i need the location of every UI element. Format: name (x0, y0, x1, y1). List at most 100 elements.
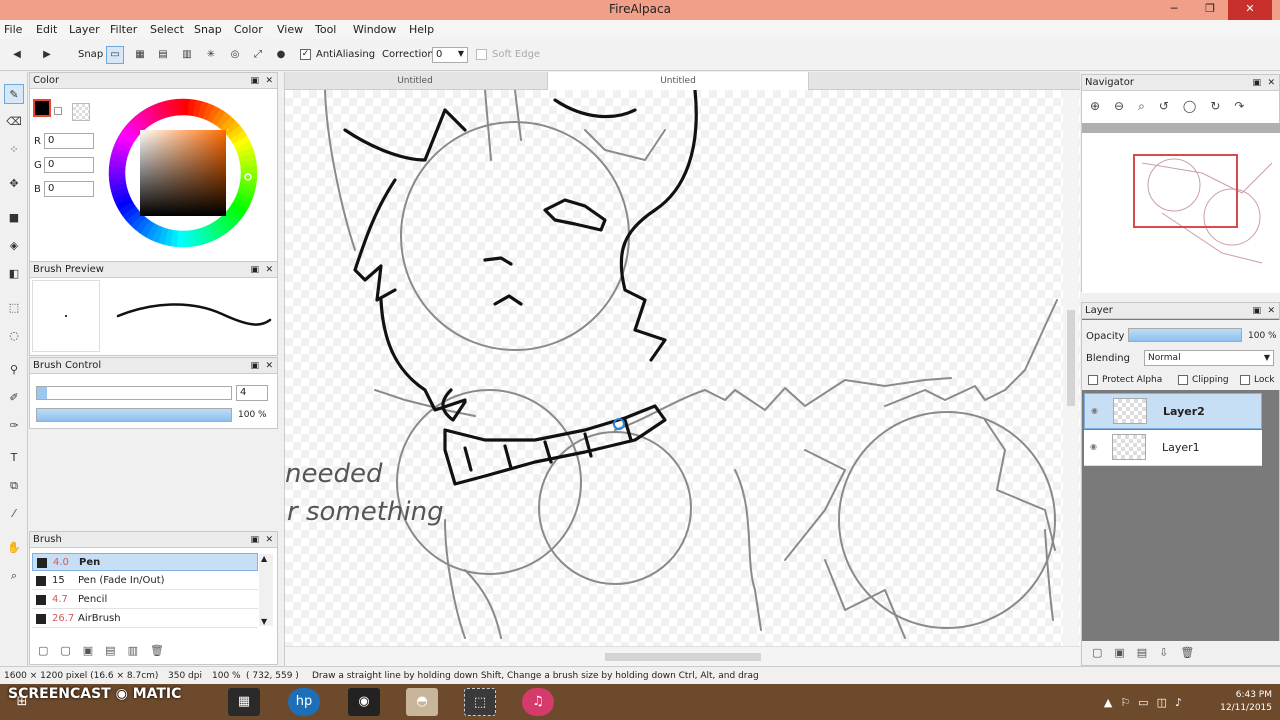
horizontal-scroll-thumb[interactable] (605, 653, 761, 661)
drawing-canvas[interactable]: needed r something (285, 88, 1080, 646)
app-icon[interactable]: ▦ (228, 688, 260, 716)
menu-tool[interactable]: Tool (315, 23, 336, 36)
antialiasing-checkbox[interactable]: ✓ (300, 49, 311, 60)
brush-size-input[interactable]: 4 (236, 385, 268, 401)
brush-size-slider[interactable] (36, 386, 232, 400)
clipping-checkbox[interactable] (1178, 375, 1188, 385)
chevron-down-icon[interactable]: ▼ (261, 617, 267, 626)
snap-point-icon[interactable]: ● (272, 46, 290, 64)
prev-icon[interactable]: ◀ (8, 46, 26, 64)
float-icon[interactable]: ▣ (1252, 75, 1261, 91)
close-button[interactable]: ✕ (1228, 0, 1272, 20)
brush-item-pen[interactable]: 4.0 Pen (32, 553, 258, 571)
select-tool-icon[interactable]: ⬚ (4, 298, 24, 318)
magic-wand-icon[interactable]: ⚲ (4, 360, 24, 380)
menu-layer[interactable]: Layer (69, 23, 100, 36)
brush-opacity-slider[interactable] (36, 408, 232, 422)
visibility-icon[interactable]: ◉ (1090, 442, 1097, 451)
eyedropper-icon[interactable]: ⁄ (4, 504, 24, 524)
close-icon[interactable]: ✕ (265, 73, 273, 89)
snap-circle-icon[interactable]: ◎ (226, 46, 244, 64)
secondary-color-swatch[interactable] (54, 107, 62, 115)
menu-select[interactable]: Select (150, 23, 184, 36)
navigator-tool-icons[interactable]: ⊕⊖⌕↺◯↻↷ (1090, 99, 1258, 114)
brush-item-pen-fade[interactable]: 15 Pen (Fade In/Out) (32, 572, 258, 590)
transparent-color-swatch[interactable] (72, 103, 90, 121)
screencast-icon[interactable]: ⬚ (464, 688, 496, 716)
snap-parallel-icon[interactable]: ▦ (131, 46, 149, 64)
snap-radial-icon[interactable]: ✳ (202, 46, 220, 64)
tab-untitled-1[interactable]: Untitled (285, 72, 545, 90)
layer-item-layer1[interactable]: ◉ Layer1 (1084, 430, 1262, 466)
fill-tool-icon[interactable]: ■ (4, 208, 24, 228)
select-eraser-icon[interactable]: ✑ (4, 416, 24, 436)
float-icon[interactable]: ▣ (250, 262, 259, 278)
hp-icon[interactable]: hp (288, 688, 320, 716)
pen-tool-icon[interactable]: ✎ (4, 84, 24, 104)
tab-untitled-2[interactable]: Untitled (547, 72, 809, 90)
eraser-tool-icon[interactable]: ⌫ (4, 112, 24, 132)
menu-edit[interactable]: Edit (36, 23, 57, 36)
float-icon[interactable]: ▣ (250, 73, 259, 89)
close-icon[interactable]: ✕ (265, 532, 273, 548)
chevron-up-icon[interactable]: ▲ (261, 554, 267, 563)
close-icon[interactable]: ✕ (265, 358, 273, 374)
move-tool-icon[interactable]: ✥ (4, 174, 24, 194)
system-tray-icons[interactable]: ▲⚐▭◫♪ (1104, 696, 1190, 709)
color-wheel[interactable] (103, 93, 263, 253)
close-icon[interactable]: ✕ (1267, 303, 1275, 319)
float-icon[interactable]: ▣ (250, 532, 259, 548)
soft-edge-checkbox[interactable] (476, 49, 487, 60)
lasso-tool-icon[interactable]: ◌ (4, 326, 24, 346)
correction-select[interactable]: 0 ▼ (432, 47, 468, 63)
menu-view[interactable]: View (277, 23, 303, 36)
brush-list-scrollbar[interactable]: ▲ ▼ (259, 554, 273, 626)
alpaca-icon[interactable]: ◓ (406, 688, 438, 716)
hand-tool-icon[interactable]: ✋ (4, 538, 24, 558)
layer-item-layer2[interactable]: ◉ Layer2 (1084, 393, 1262, 429)
b-input[interactable]: 0 (44, 181, 94, 197)
r-input[interactable]: 0 (44, 133, 94, 149)
bucket-tool-icon[interactable]: ◈ (4, 236, 24, 256)
g-input[interactable]: 0 (44, 157, 94, 173)
float-icon[interactable]: ▣ (1252, 303, 1261, 319)
close-icon[interactable]: ✕ (1267, 75, 1275, 91)
menu-help[interactable]: Help (409, 23, 434, 36)
brush-panel-footer-icons[interactable]: ▢▢▣▤▥🗑 (38, 644, 176, 657)
brush-item-airbrush[interactable]: 26.7 AirBrush (32, 610, 258, 628)
vertical-scrollbar[interactable] (1063, 90, 1079, 646)
close-icon[interactable]: ✕ (265, 262, 273, 278)
snap-curve-icon[interactable]: ⤢ (249, 46, 267, 64)
dot-tool-icon[interactable]: ⁘ (4, 140, 24, 160)
brush-item-pencil[interactable]: 4.7 Pencil (32, 591, 258, 609)
select-pen-icon[interactable]: ✐ (4, 388, 24, 408)
text-tool-icon[interactable]: T (4, 448, 24, 468)
maximize-button[interactable]: ❐ (1192, 0, 1228, 20)
snap-grid-icon[interactable]: ▤ (154, 46, 172, 64)
menu-filter[interactable]: Filter (110, 23, 137, 36)
next-icon[interactable]: ▶ (38, 46, 56, 64)
float-icon[interactable]: ▣ (250, 358, 259, 374)
snap-crisscross-icon[interactable]: ▥ (178, 46, 196, 64)
vertical-scroll-thumb[interactable] (1067, 310, 1075, 406)
snap-off-icon[interactable]: ▭ (106, 46, 124, 64)
protect-alpha-checkbox[interactable] (1088, 375, 1098, 385)
navigator-preview[interactable] (1082, 133, 1280, 293)
blending-select[interactable]: Normal ▼ (1144, 350, 1274, 366)
horizontal-scrollbar[interactable] (285, 646, 1080, 666)
menu-snap[interactable]: Snap (194, 23, 222, 36)
itunes-icon[interactable]: ♫ (522, 688, 554, 716)
menu-file[interactable]: File (4, 23, 22, 36)
layer-opacity-slider[interactable] (1128, 328, 1242, 342)
zoom-tool-icon[interactable]: ⌕ (4, 566, 24, 586)
gradient-tool-icon[interactable]: ◧ (4, 264, 24, 284)
clock[interactable]: 6:43 PM 12/11/2015 (1220, 689, 1272, 715)
menu-window[interactable]: Window (353, 23, 396, 36)
menu-color[interactable]: Color (234, 23, 263, 36)
minimize-button[interactable]: ─ (1156, 0, 1192, 20)
layer-footer-icons[interactable]: ▢▣▤⇩🗑 (1082, 641, 1280, 665)
lock-checkbox[interactable] (1240, 375, 1250, 385)
visibility-icon[interactable]: ◉ (1091, 406, 1098, 415)
operation-tool-icon[interactable]: ⧉ (4, 476, 24, 496)
webcam-icon[interactable]: ◉ (348, 688, 380, 716)
